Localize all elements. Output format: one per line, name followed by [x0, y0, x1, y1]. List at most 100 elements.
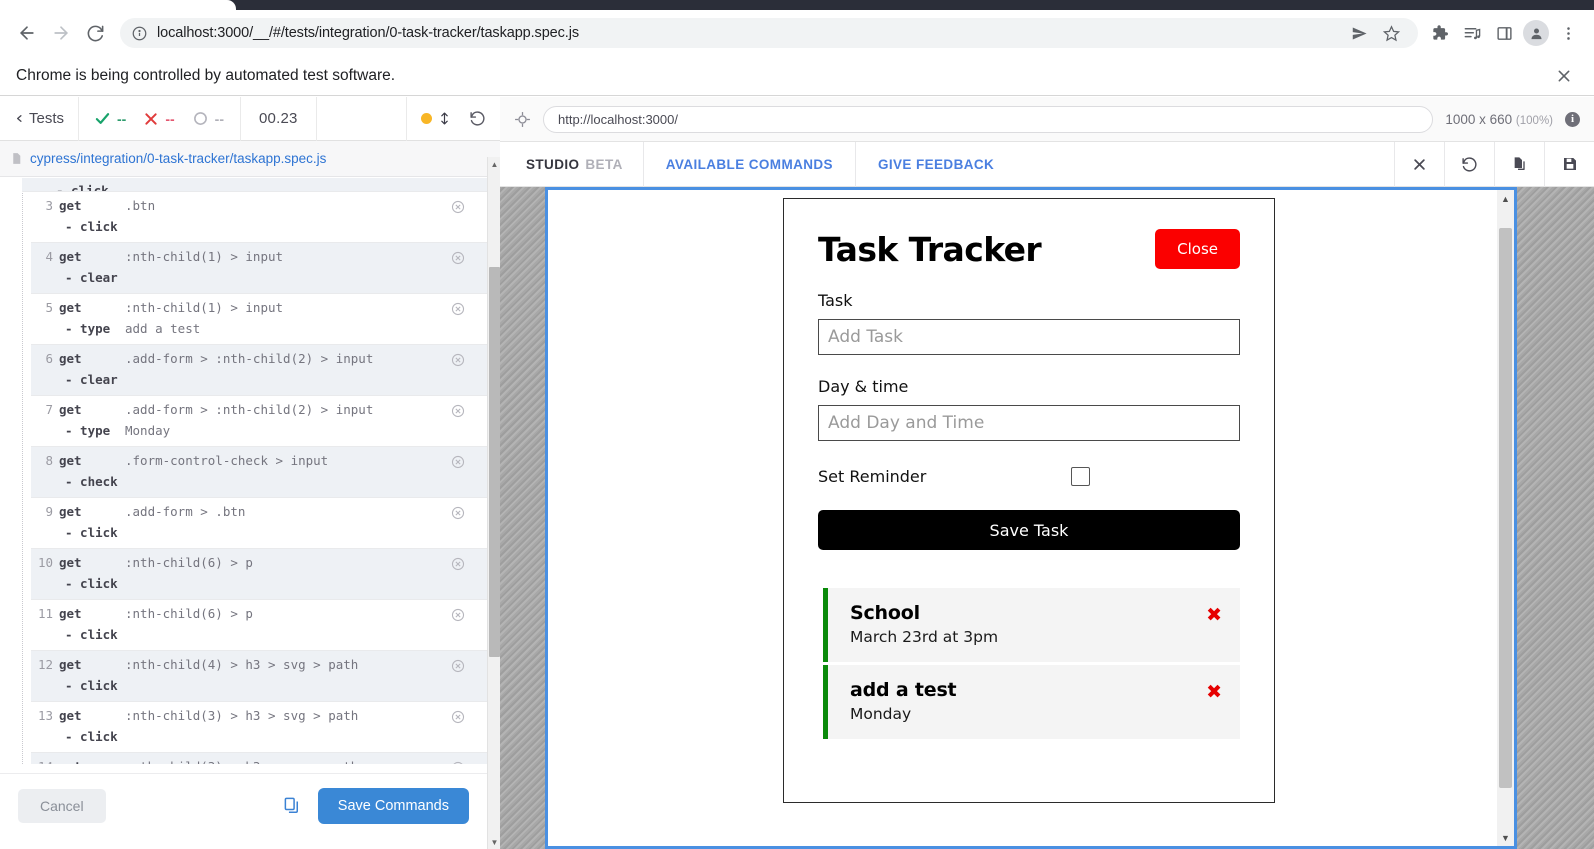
scroll-down-icon[interactable]: ▼ — [488, 835, 500, 849]
cypress-runner: Tests -- -- -- 00.23 cypress/integration… — [0, 97, 1594, 849]
reminder-field-group: Set Reminder — [818, 467, 1240, 486]
command-row[interactable]: 9 get .add-form > .btn - click — [31, 498, 487, 549]
save-task-button[interactable]: Save Task — [818, 510, 1240, 550]
stat-pending: -- — [193, 111, 224, 127]
command-list-scroll[interactable]: - click 3 get .btn - click 4 get:nth-child(1)… — [0, 178, 487, 764]
restart-tests-icon[interactable] — [457, 110, 486, 127]
active-tab[interactable] — [0, 0, 236, 10]
remove-command-icon[interactable] — [451, 404, 465, 418]
command-row[interactable]: 5 get:nth-child(1) > input - type add a tes… — [31, 294, 487, 345]
command-row[interactable]: 4 get:nth-child(1) > input - clear — [31, 243, 487, 294]
failed-count: -- — [165, 110, 175, 127]
reporter-scroll-thumb[interactable] — [489, 267, 500, 657]
task-item[interactable]: add a test Monday ✖ — [823, 665, 1240, 739]
studio-bar: STUDIO BETA AVAILABLE COMMANDS GIVE FEED… — [500, 141, 1594, 187]
command-row[interactable]: 14get:nth-child(3) > h3 > svg > path- cl… — [31, 753, 487, 764]
delete-task-icon[interactable]: ✖ — [1206, 683, 1222, 702]
remove-command-icon[interactable] — [451, 608, 465, 622]
aut-scale-value: (100%) — [1515, 114, 1553, 127]
studio-active-dot — [421, 113, 432, 124]
close-button[interactable]: Close — [1155, 229, 1240, 269]
task-day: Monday — [850, 705, 912, 723]
extensions-icon[interactable] — [1424, 17, 1456, 49]
page-title: Task Tracker — [818, 229, 1042, 269]
command-row[interactable]: 7 get .add-form > :nth-child(2) > input - t… — [31, 396, 487, 447]
file-icon — [10, 151, 23, 166]
command-row[interactable]: 6 get .add-form > :nth-child(2) > input - c… — [31, 345, 487, 396]
task-field-label: Task — [818, 291, 853, 310]
copy-commands-icon[interactable] — [283, 796, 302, 815]
bookmark-star-icon[interactable] — [1376, 18, 1406, 48]
task-input[interactable]: Add Task — [818, 319, 1240, 355]
task-field-group: Task Add Task — [818, 291, 1240, 355]
viewport-info-icon[interactable]: i — [1565, 111, 1580, 127]
app-scroll-thumb[interactable] — [1499, 228, 1512, 788]
studio-copy-icon[interactable] — [1494, 141, 1544, 187]
give-feedback-link[interactable]: GIVE FEEDBACK — [856, 142, 1016, 187]
command-subcommand: - type — [65, 423, 111, 438]
duration-label: 00.23 — [241, 97, 317, 141]
command-row[interactable]: 8 get .form-control-check > input - check — [31, 447, 487, 498]
cancel-button[interactable]: Cancel — [18, 788, 106, 823]
chrome-menu-icon[interactable] — [1552, 17, 1584, 49]
remove-command-icon[interactable] — [451, 557, 465, 571]
command-name: get — [59, 300, 82, 315]
reminder-checkbox[interactable] — [1071, 467, 1090, 486]
site-info-icon[interactable] — [132, 26, 147, 41]
scroll-up-icon[interactable]: ▲ — [488, 157, 500, 171]
command-argument: :nth-child(1) > input — [125, 249, 284, 264]
remove-command-icon[interactable] — [451, 251, 465, 265]
app-iframe[interactable]: Task Tracker Close Task Add Task Day & t… — [545, 187, 1517, 849]
studio-restart-icon[interactable] — [1444, 141, 1494, 187]
reporter-footer: Cancel Save Commands — [0, 773, 487, 837]
remove-command-icon[interactable] — [451, 455, 465, 469]
command-name: get — [59, 504, 82, 519]
studio-save-icon[interactable] — [1544, 141, 1594, 187]
available-commands-link[interactable]: AVAILABLE COMMANDS — [644, 141, 856, 187]
day-input[interactable]: Add Day and Time — [818, 405, 1240, 441]
command-row[interactable]: 11 get:nth-child(6) > p - click — [31, 600, 487, 651]
command-subcommand-value: Monday — [125, 423, 171, 438]
share-icon[interactable] — [1344, 18, 1374, 48]
command-subcommand-value: add a test — [125, 321, 201, 336]
command-row[interactable]: 10 get:nth-child(6) > p - click — [31, 549, 487, 600]
command-row[interactable]: 13 get:nth-child(3) > h3 > svg > path - cl… — [31, 702, 487, 753]
command-row[interactable]: 3 get .btn - click — [31, 192, 487, 243]
remove-command-icon[interactable] — [451, 302, 465, 316]
app-scroll-down-icon[interactable]: ▼ — [1497, 829, 1514, 846]
back-icon[interactable] — [10, 16, 44, 50]
save-commands-button[interactable]: Save Commands — [317, 787, 469, 824]
remove-command-icon[interactable] — [451, 353, 465, 367]
remove-command-icon[interactable] — [451, 710, 465, 724]
command-number: 5 — [45, 300, 53, 315]
command-row[interactable]: 12 get:nth-child(4) > h3 > svg > path - cl… — [31, 651, 487, 702]
remove-command-icon[interactable] — [451, 200, 465, 214]
expand-collapse-icon[interactable] — [438, 111, 451, 126]
command-subcommand: - type — [65, 321, 111, 336]
app-scrollbar[interactable]: ▲ ▼ — [1497, 190, 1514, 846]
infobar-close-icon[interactable] — [1550, 62, 1578, 90]
profile-avatar[interactable] — [1523, 20, 1549, 46]
reporter-scrollbar[interactable]: ▲ ▼ — [487, 157, 500, 849]
remove-command-icon[interactable] — [451, 659, 465, 673]
command-argument: :nth-child(4) > h3 > svg > path — [125, 657, 359, 672]
delete-task-icon[interactable]: ✖ — [1206, 606, 1222, 625]
studio-close-icon[interactable] — [1394, 141, 1444, 187]
command-number: 3 — [45, 198, 53, 213]
task-item[interactable]: School March 23rd at 3pm ✖ — [823, 588, 1240, 662]
spec-path-bar[interactable]: cypress/integration/0-task-tracker/taska… — [0, 141, 500, 177]
side-panel-icon[interactable] — [1488, 17, 1520, 49]
reload-icon[interactable] — [78, 16, 112, 50]
command-name: get — [59, 606, 82, 621]
app-scroll-up-icon[interactable]: ▲ — [1497, 190, 1514, 207]
media-list-icon[interactable] — [1456, 17, 1488, 49]
command-number: 4 — [45, 249, 53, 264]
back-to-tests-button[interactable]: Tests — [0, 97, 80, 141]
command-argument: :nth-child(3) > h3 > svg > path — [125, 708, 359, 723]
aut-url-input[interactable]: http://localhost:3000/ — [543, 105, 1434, 133]
address-bar[interactable]: localhost:3000/__/#/tests/integration/0-… — [120, 18, 1418, 48]
remove-command-icon[interactable] — [451, 506, 465, 520]
selector-playground-icon[interactable] — [514, 111, 531, 128]
task-item-text: add a test Monday — [850, 679, 957, 723]
remove-command-icon[interactable] — [451, 761, 465, 764]
